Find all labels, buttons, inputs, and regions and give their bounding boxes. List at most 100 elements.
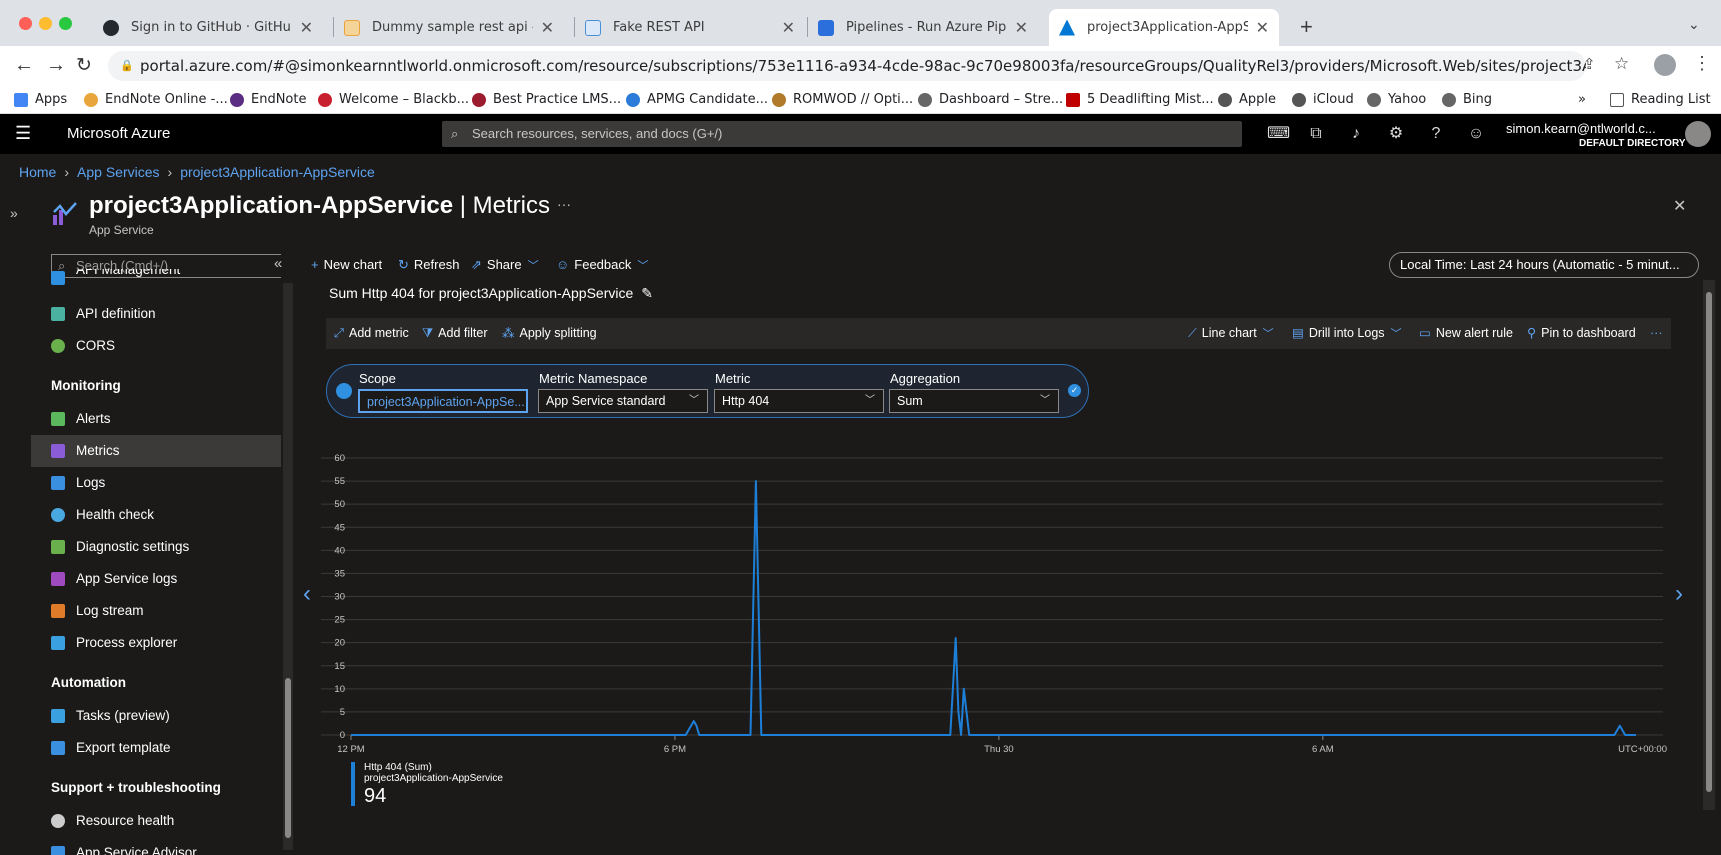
menu-item-log-stream[interactable]: Log stream — [31, 595, 281, 627]
scrollbar-thumb[interactable] — [285, 678, 291, 838]
add-filter-button[interactable]: ⧩ Add filter — [422, 318, 488, 349]
chart-title[interactable]: Sum Http 404 for project3Application-App… — [329, 285, 653, 302]
notifications-bell-icon[interactable]: ♪ — [1346, 124, 1366, 144]
bookmark-deadlifting[interactable]: 5 Deadlifting Mist... — [1066, 86, 1214, 114]
time-range-picker[interactable]: Local Time: Last 24 hours (Automatic - 5… — [1389, 252, 1699, 278]
settings-gear-icon[interactable]: ⚙ — [1386, 124, 1406, 144]
menu-item-api-management[interactable]: API Management — [31, 269, 281, 287]
bookmark-endnote[interactable]: EndNote — [230, 86, 306, 114]
bookmark-apmg[interactable]: APMG Candidate... — [626, 86, 768, 114]
more-chart-options-icon[interactable]: ··· — [1650, 318, 1663, 349]
more-bookmarks-icon[interactable]: » — [1578, 86, 1586, 114]
y-tick-label: 30 — [334, 592, 345, 603]
bookmark-star-icon[interactable]: ☆ — [1614, 54, 1629, 74]
more-options-icon[interactable]: ··· — [557, 196, 571, 212]
browser-menu-icon[interactable]: ⋮ — [1693, 53, 1711, 74]
browser-tab-github[interactable]: Sign in to GitHub · GitHub ✕ — [93, 9, 323, 46]
line-chart-label: Line chart — [1201, 326, 1257, 340]
user-avatar[interactable] — [1685, 121, 1711, 147]
menu-item-app-service-logs[interactable]: App Service logs — [31, 563, 281, 595]
azure-brand[interactable]: Microsoft Azure — [67, 125, 170, 142]
menu-item-logs[interactable]: Logs — [31, 467, 281, 499]
feedback-icon[interactable]: ☺ — [1466, 124, 1486, 144]
collapse-menu-icon[interactable]: « — [274, 255, 282, 272]
chart-legend[interactable]: Http 404 (Sum) project3Application-AppSe… — [351, 762, 503, 807]
menu-item-app-service-advisor[interactable]: App Service Advisor — [31, 837, 281, 855]
bookmark-best-practice[interactable]: Best Practice LMS... — [472, 86, 621, 114]
browser-tab-azure-active[interactable]: project3Application-AppService ✕ — [1049, 9, 1279, 46]
menu-item-alerts[interactable]: Alerts — [31, 403, 281, 435]
drill-into-logs-button[interactable]: ▤ Drill into Logs ﹀ — [1292, 318, 1402, 349]
minimize-window-button[interactable] — [39, 17, 52, 30]
pin-to-dashboard-button[interactable]: ⚲ Pin to dashboard — [1527, 318, 1636, 349]
menu-item-metrics[interactable]: Metrics — [31, 435, 281, 467]
bookmark-apple[interactable]: Apple — [1218, 86, 1276, 114]
menu-item-tasks[interactable]: Tasks (preview) — [31, 700, 281, 732]
scrollbar-thumb[interactable] — [1706, 292, 1712, 792]
namespace-select[interactable]: App Service standard ﹀ — [538, 389, 708, 413]
breadcrumb-home[interactable]: Home — [19, 164, 56, 180]
apply-splitting-button[interactable]: ⁂ Apply splitting — [502, 318, 597, 349]
aggregation-select[interactable]: Sum ﹀ — [889, 389, 1059, 413]
close-blade-icon[interactable]: ✕ — [1673, 196, 1686, 216]
menu-item-health-check[interactable]: Health check — [31, 499, 281, 531]
profile-avatar-icon[interactable] — [1654, 54, 1676, 76]
close-window-button[interactable] — [19, 17, 32, 30]
browser-tab-pipelines[interactable]: Pipelines - Run Azure Pipelines ✕ — [808, 9, 1038, 46]
menu-item-api-definition[interactable]: API definition — [31, 298, 281, 330]
confirm-check-icon[interactable]: ✓ — [1068, 384, 1081, 397]
feedback-button[interactable]: ☺ Feedback ﹀ — [556, 255, 648, 275]
menu-item-process-explorer[interactable]: Process explorer — [31, 627, 281, 659]
new-chart-button[interactable]: + New chart — [311, 255, 382, 275]
page-scrollbar[interactable] — [1703, 280, 1715, 810]
new-tab-button[interactable]: + — [1300, 14, 1313, 40]
close-tab-icon[interactable]: ✕ — [1256, 18, 1269, 37]
close-tab-icon[interactable]: ✕ — [300, 18, 313, 37]
reload-icon[interactable]: ↻ — [76, 54, 92, 77]
new-alert-rule-button[interactable]: ▭ New alert rule — [1419, 318, 1513, 349]
breadcrumb-app-services[interactable]: App Services — [77, 164, 159, 180]
menu-scrollbar[interactable] — [283, 283, 293, 850]
cloud-shell-icon[interactable]: ⌨ — [1267, 124, 1290, 144]
menu-item-cors[interactable]: CORS — [31, 330, 281, 362]
portal-menu-icon[interactable]: ☰ — [15, 123, 31, 144]
menu-item-export-template[interactable]: Export template — [31, 732, 281, 764]
close-tab-icon[interactable]: ✕ — [782, 18, 795, 37]
bookmark-icloud[interactable]: iCloud — [1292, 86, 1354, 114]
browser-tab-fake-rest-api[interactable]: Fake REST API ✕ — [575, 9, 805, 46]
bookmark-yahoo[interactable]: Yahoo — [1367, 86, 1426, 114]
menu-item-resource-health[interactable]: Resource health — [31, 805, 281, 837]
forward-arrow-icon[interactable]: → — [46, 54, 66, 77]
bookmark-apps[interactable]: Apps — [14, 86, 67, 114]
help-icon[interactable]: ? — [1426, 124, 1446, 144]
share-icon[interactable]: ⇪ — [1583, 55, 1596, 73]
directory-filter-icon[interactable]: ⧉ — [1306, 124, 1326, 144]
share-button[interactable]: ⇗ Share ﹀ — [471, 255, 539, 275]
bookmark-romwod[interactable]: ROMWOD // Opti... — [772, 86, 913, 114]
maximize-window-button[interactable] — [59, 17, 72, 30]
bookmark-bing[interactable]: Bing — [1442, 86, 1492, 114]
menu-item-diagnostic-settings[interactable]: Diagnostic settings — [31, 531, 281, 563]
bookmark-endnote-online[interactable]: EndNote Online -... — [84, 86, 228, 114]
back-arrow-icon[interactable]: ← — [14, 54, 34, 77]
expand-menu-icon[interactable]: » — [10, 205, 18, 221]
user-email[interactable]: simon.kearn@ntlworld.c... — [1506, 121, 1656, 136]
url-field[interactable]: 🔒 portal.azure.com/#@simonkearnntlworld.… — [108, 51, 1586, 81]
close-tab-icon[interactable]: ✕ — [541, 18, 554, 37]
bookmark-dashboard[interactable]: Dashboard – Stre... — [918, 86, 1063, 114]
bookmark-blackboard[interactable]: Welcome – Blackb... — [318, 86, 469, 114]
refresh-button[interactable]: ↻ Refresh — [398, 255, 459, 275]
browser-tab-dummy-api[interactable]: Dummy sample rest api - dummy ✕ — [334, 9, 564, 46]
add-metric-button[interactable]: ⤢ Add metric — [334, 318, 409, 349]
namespace-label: Metric Namespace — [539, 371, 648, 386]
bookmark-label: Apple — [1239, 92, 1277, 107]
close-tab-icon[interactable]: ✕ — [1015, 18, 1028, 37]
line-chart-button[interactable]: ⟋ Line chart ﹀ — [1188, 318, 1274, 349]
scope-input[interactable]: project3Application-AppSe... — [358, 389, 528, 413]
metric-select[interactable]: Http 404 ﹀ — [714, 389, 884, 413]
breadcrumb-resource[interactable]: project3Application-AppService — [180, 164, 375, 180]
tab-search-icon[interactable]: ⌄ — [1688, 16, 1700, 33]
global-search-input[interactable]: ⌕ Search resources, services, and docs (… — [442, 121, 1242, 147]
reading-list[interactable]: Reading List — [1610, 86, 1711, 114]
edit-pencil-icon[interactable]: ✎ — [641, 285, 653, 301]
